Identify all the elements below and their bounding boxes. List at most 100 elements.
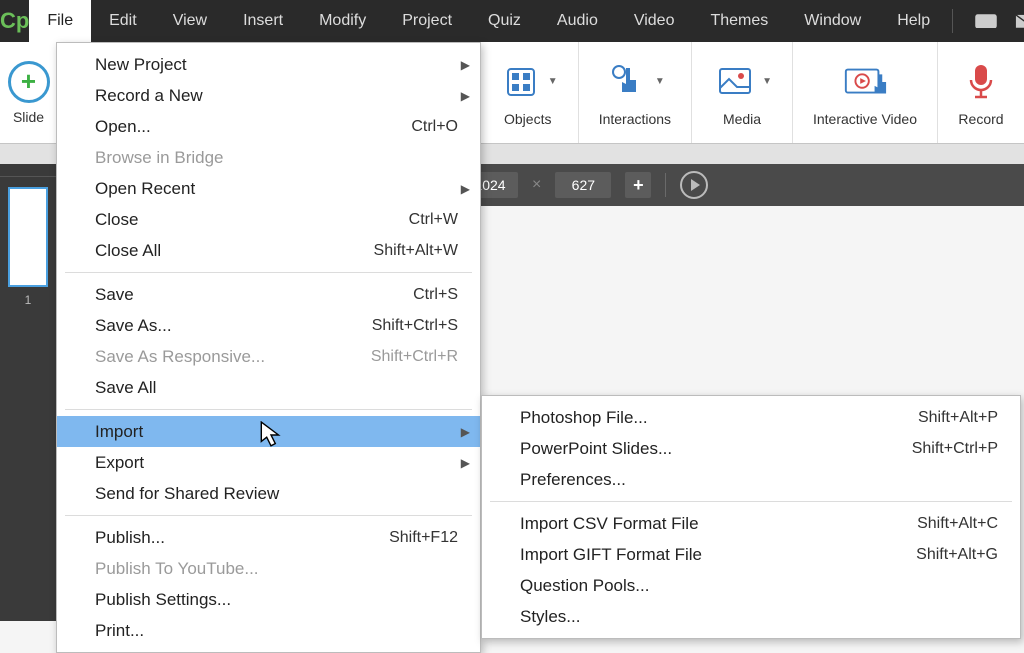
menu-item-shortcut: Shift+Ctrl+S [372,317,458,335]
chevron-right-icon: ▶ [461,58,470,72]
file-menu-print[interactable]: Print... [57,615,480,646]
menubar-item-modify[interactable]: Modify [301,0,384,42]
interactive-video-icon [842,59,888,105]
chevron-right-icon: ▶ [461,425,470,439]
interactions-icon [605,59,651,105]
menu-item-label: PowerPoint Slides... [520,439,912,459]
menu-item-label: Question Pools... [520,576,998,596]
chevron-down-icon: ▼ [655,76,665,87]
file-menu-save-all[interactable]: Save All [57,372,480,403]
chevron-down-icon: ▼ [548,76,558,87]
menu-item-label: Close All [95,241,374,261]
file-menu-publish-settings[interactable]: Publish Settings... [57,584,480,615]
menubar-item-window[interactable]: Window [786,0,879,42]
menu-item-shortcut: Ctrl+O [411,118,458,136]
menu-item-label: Import CSV Format File [520,514,917,534]
keyboard-icon[interactable] [975,10,997,32]
import-submenu: Photoshop File...Shift+Alt+PPowerPoint S… [481,395,1021,639]
file-menu-send-for-shared-review[interactable]: Send for Shared Review [57,478,480,509]
file-menu-close-all[interactable]: Close AllShift+Alt+W [57,235,480,266]
file-menu-open[interactable]: Open...Ctrl+O [57,111,480,142]
import-menu-question-pools[interactable]: Question Pools... [482,570,1020,601]
import-menu-import-gift-format-file[interactable]: Import GIFT Format FileShift+Alt+G [482,539,1020,570]
add-button[interactable]: + [625,172,651,198]
import-menu-photoshop-file[interactable]: Photoshop File...Shift+Alt+P [482,402,1020,433]
dimension-separator: × [532,176,541,194]
menubar-item-project[interactable]: Project [384,0,470,42]
menubar-item-video[interactable]: Video [616,0,693,42]
menubar-item-themes[interactable]: Themes [692,0,786,42]
menu-item-label: Close [95,210,409,230]
file-menu-save[interactable]: SaveCtrl+S [57,279,480,310]
ribbon-interactive-video[interactable]: Interactive Video [793,42,938,143]
menu-item-label: Record a New [95,86,458,106]
file-menu: New Project▶Record a New▶Open...Ctrl+OBr… [56,42,481,653]
menu-item-label: Save All [95,378,458,398]
chevron-right-icon: ▶ [461,182,470,196]
file-menu-open-recent[interactable]: Open Recent▶ [57,173,480,204]
menu-item-label: Save As... [95,316,372,336]
import-menu-styles[interactable]: Styles... [482,601,1020,632]
objects-icon [498,59,544,105]
menu-item-label: Import GIFT Format File [520,545,916,565]
media-icon [712,59,758,105]
ribbon-slide-label: Slide [13,109,44,125]
file-menu-record-a-new[interactable]: Record a New▶ [57,80,480,111]
menu-item-shortcut: Shift+F12 [389,529,458,547]
menu-item-label: Send for Shared Review [95,484,458,504]
menu-item-shortcut: Shift+Alt+W [374,242,458,260]
ribbon-objects[interactable]: ▼ Objects [478,42,579,143]
menu-item-shortcut: Ctrl+S [413,286,458,304]
record-icon [958,59,1004,105]
file-menu-save-as-responsive: Save As Responsive...Shift+Ctrl+R [57,341,480,372]
file-menu-new-project[interactable]: New Project▶ [57,49,480,80]
ribbon-interactions[interactable]: ▼ Interactions [579,42,692,143]
menubar-right: 1 / [948,9,1024,33]
menu-item-shortcut: Shift+Alt+C [917,515,998,533]
ribbon-media[interactable]: ▼Media [692,42,793,143]
ribbon-label: Objects [504,111,551,127]
menubar-item-audio[interactable]: Audio [539,0,616,42]
menu-item-label: Preferences... [520,470,998,490]
import-menu-powerpoint-slides[interactable]: PowerPoint Slides...Shift+Ctrl+P [482,433,1020,464]
menu-item-label: Publish... [95,528,389,548]
menu-item-label: Open... [95,117,411,137]
file-menu-import[interactable]: Import▶ [57,416,480,447]
file-menu-close[interactable]: CloseCtrl+W [57,204,480,235]
menubar-item-insert[interactable]: Insert [225,0,301,42]
filmstrip: 1 [0,164,56,621]
plus-circle-icon: + [8,61,50,103]
ribbon-label: Interactions [599,111,671,127]
menu-item-label: Import [95,422,458,442]
slide-thumbnail[interactable] [8,187,48,287]
menu-item-shortcut: Shift+Alt+G [916,546,998,564]
separator [665,173,666,197]
import-menu-preferences[interactable]: Preferences... [482,464,1020,495]
import-menu-import-csv-format-file[interactable]: Import CSV Format FileShift+Alt+C [482,508,1020,539]
canvas-height-input[interactable]: 627 [555,172,611,198]
menu-divider [65,409,472,410]
menu-item-label: Styles... [520,607,998,627]
file-menu-publish-to-youtube: Publish To YouTube... [57,553,480,584]
mail-icon[interactable] [1015,10,1024,32]
menu-item-label: Open Recent [95,179,458,199]
file-menu-export[interactable]: Export▶ [57,447,480,478]
menu-item-label: Browse in Bridge [95,148,458,168]
separator [0,176,56,177]
menu-item-label: Save [95,285,413,305]
menubar-item-help[interactable]: Help [879,0,948,42]
file-menu-save-as[interactable]: Save As...Shift+Ctrl+S [57,310,480,341]
menubar-item-file[interactable]: File [29,0,91,42]
logo-text: Cp [0,8,29,34]
menubar-item-view[interactable]: View [155,0,225,42]
file-menu-publish[interactable]: Publish...Shift+F12 [57,522,480,553]
menu-item-label: Print... [95,621,458,641]
menubar-item-quiz[interactable]: Quiz [470,0,539,42]
ribbon-slide[interactable]: + Slide [0,42,58,143]
chevron-right-icon: ▶ [461,456,470,470]
play-button[interactable] [680,171,708,199]
ribbon-record[interactable]: Record [938,42,1024,143]
menu-item-label: Export [95,453,458,473]
menu-item-shortcut: Shift+Ctrl+P [912,440,998,458]
menubar-item-edit[interactable]: Edit [91,0,155,42]
